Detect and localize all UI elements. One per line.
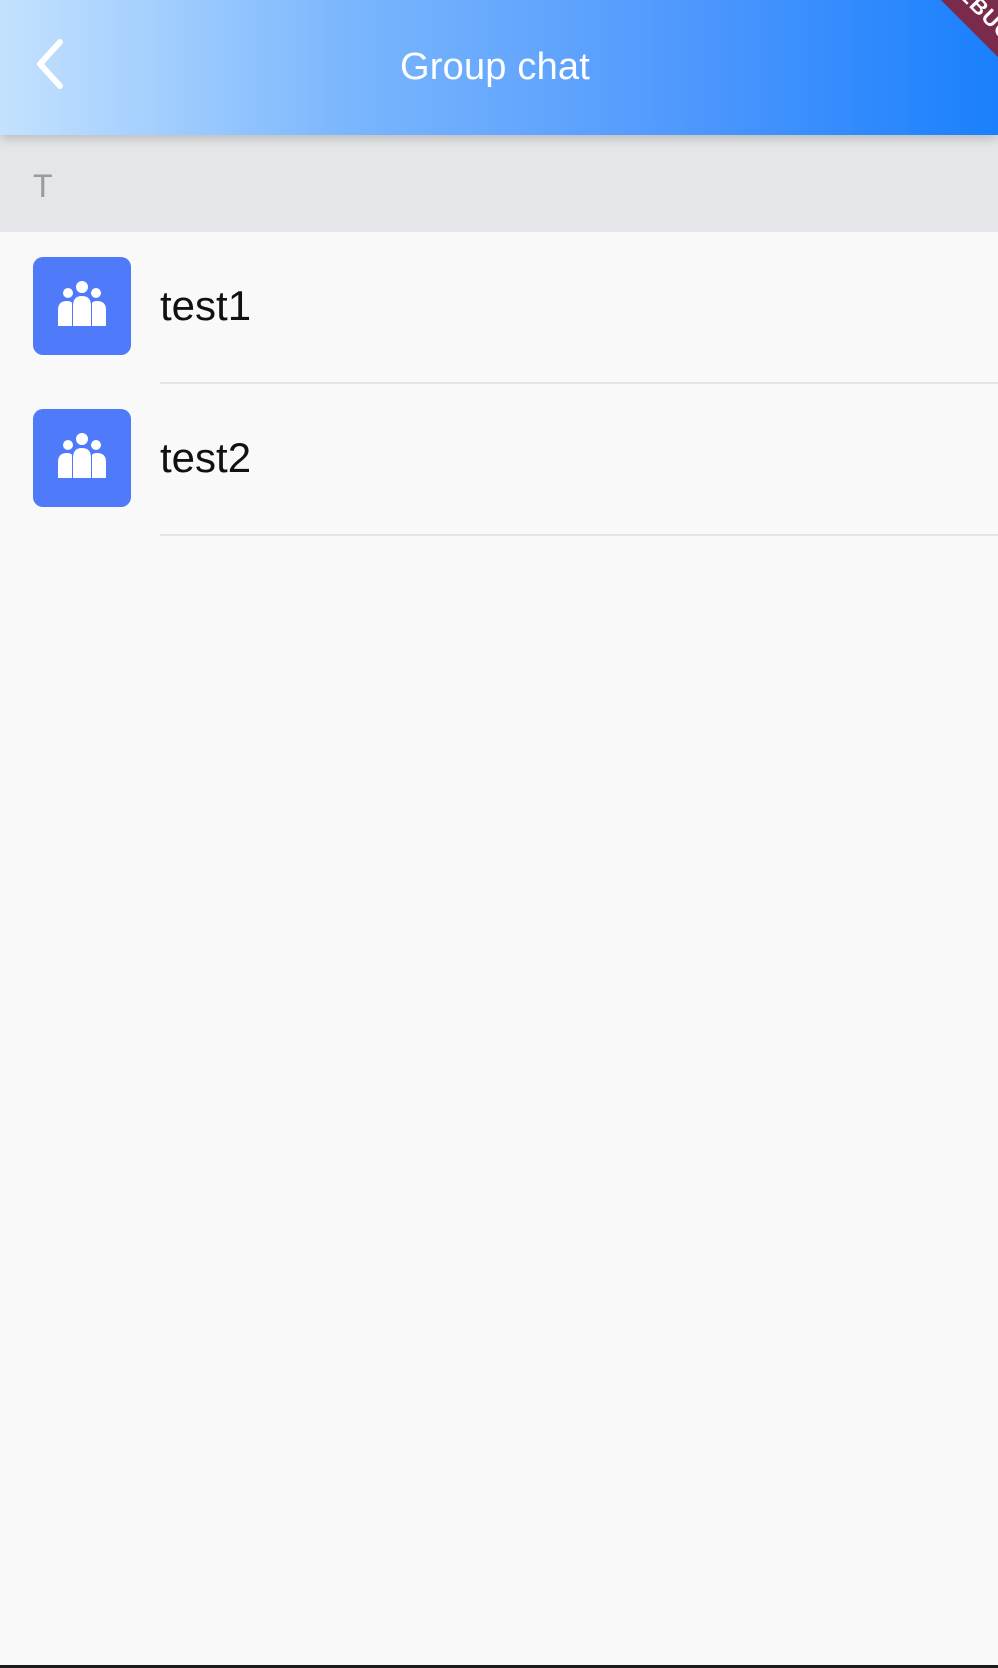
app-screen: Group chat DEBUG T test1 test2 bbox=[0, 0, 998, 1665]
app-bar: Group chat bbox=[0, 0, 998, 135]
group-icon bbox=[56, 280, 108, 333]
list-item-label: test1 bbox=[160, 282, 252, 329]
section-letter: T bbox=[33, 168, 53, 204]
group-list: test1 test2 bbox=[0, 232, 998, 536]
list-item[interactable]: test1 bbox=[0, 232, 998, 384]
group-icon bbox=[56, 432, 108, 485]
page-title: Group chat bbox=[400, 46, 590, 88]
divider bbox=[160, 534, 998, 536]
section-header: T bbox=[0, 135, 998, 232]
list-item-label: test2 bbox=[160, 434, 252, 481]
group-avatar bbox=[33, 409, 131, 507]
group-avatar bbox=[33, 257, 131, 355]
list-item[interactable]: test2 bbox=[0, 384, 998, 536]
